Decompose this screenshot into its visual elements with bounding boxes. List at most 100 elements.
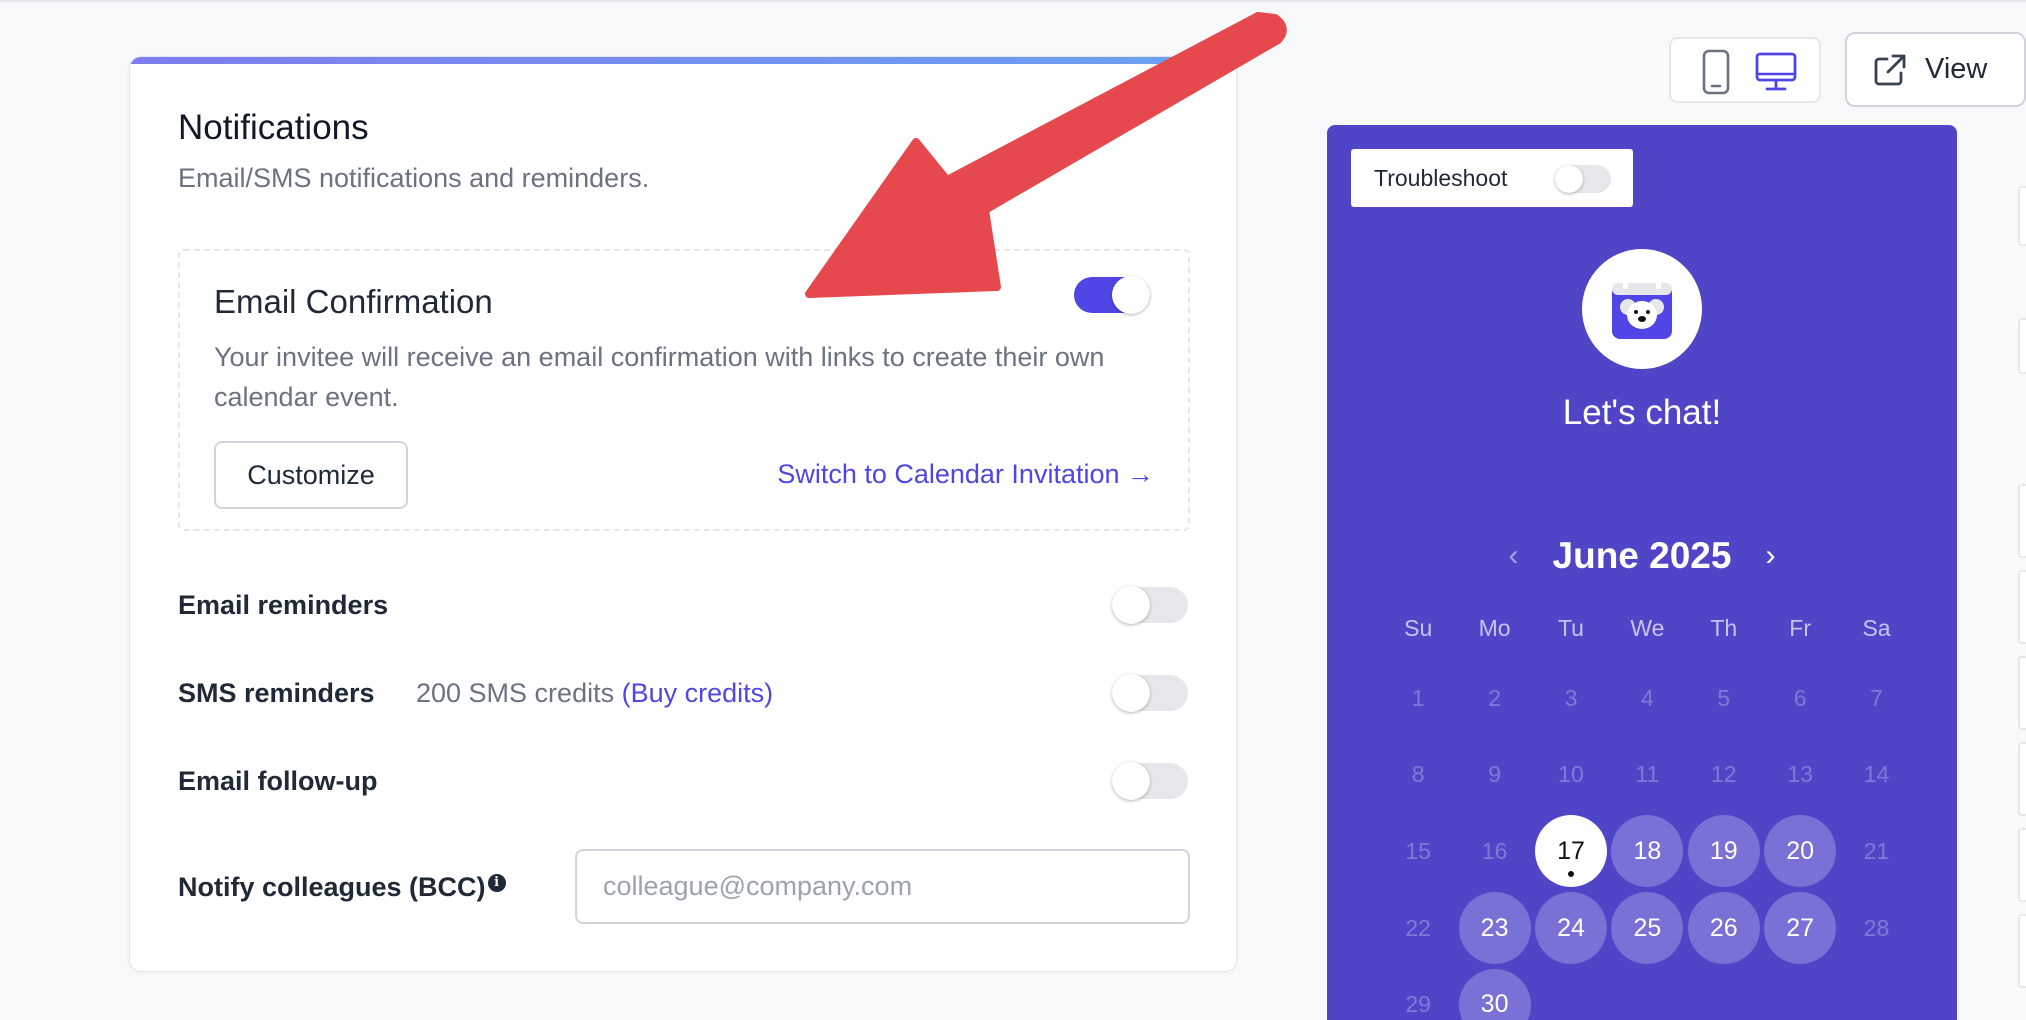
disabled-day-number: 11	[1635, 761, 1660, 788]
available-day-number: 19	[1687, 815, 1760, 888]
edge-field	[2018, 914, 2026, 988]
email-followup-toggle[interactable]	[1112, 762, 1188, 800]
disabled-day-number: 1	[1411, 684, 1425, 711]
desktop-view-button[interactable]	[1751, 47, 1801, 97]
sms-credits-info: 200 SMS credits (Buy credits)	[416, 678, 773, 709]
sms-reminders-toggle[interactable]	[1112, 674, 1188, 712]
disabled-day-number: 13	[1787, 761, 1813, 788]
calendar-day: 16	[1456, 813, 1532, 890]
troubleshoot-toggle[interactable]	[1555, 165, 1611, 193]
calendar-day[interactable]: 23	[1456, 890, 1532, 967]
email-confirmation-box: Email Confirmation Your invitee will rec…	[178, 249, 1190, 531]
chevron-right-icon[interactable]: ›	[1765, 539, 1775, 573]
weekday-label: Su	[1404, 615, 1433, 641]
month-label: June 2025	[1552, 535, 1732, 576]
disabled-day-number: 12	[1710, 761, 1737, 788]
booking-page-preview: Troubleshoot Let's chat! ‹ June 2025 › S…	[1327, 125, 1957, 1020]
koala-calendar-icon	[1612, 279, 1672, 339]
calendar-day: 3	[1533, 660, 1609, 737]
edge-field	[2018, 742, 2026, 816]
calendar-day: 15	[1380, 813, 1456, 890]
buy-credits-link[interactable]: (Buy credits)	[622, 678, 774, 708]
weekday-label: We	[1630, 615, 1665, 641]
toggle-knob	[1112, 674, 1150, 712]
calendar-day: 10	[1533, 737, 1609, 814]
disabled-day-number: 22	[1405, 914, 1431, 941]
calendar-day: 8	[1380, 737, 1456, 814]
calendar-day[interactable]: 25	[1609, 890, 1685, 967]
disabled-day-number: 14	[1863, 761, 1890, 788]
info-icon[interactable]: i	[487, 874, 506, 892]
selected-day-number: 17	[1534, 815, 1607, 888]
avatar	[1582, 249, 1702, 369]
notifications-card: Notifications Email/SMS notifications an…	[129, 56, 1237, 972]
troubleshoot-panel: Troubleshoot	[1351, 149, 1633, 207]
edge-field	[2018, 186, 2026, 246]
calendar-day: 11	[1609, 737, 1685, 814]
calendar-day: 4	[1609, 660, 1685, 737]
calendar-day[interactable]: 27	[1762, 890, 1838, 967]
available-day-number: 30	[1458, 968, 1531, 1020]
email-confirmation-title: Email Confirmation	[214, 283, 493, 320]
available-day-number: 26	[1687, 892, 1760, 965]
email-followup-label: Email follow-up	[178, 766, 378, 796]
calendar-day[interactable]: 18	[1609, 813, 1685, 890]
disabled-day-number: 9	[1488, 761, 1501, 788]
email-confirmation-description: Your invitee will receive an email confi…	[214, 342, 1105, 412]
month-navigation: ‹ June 2025 ›	[1327, 535, 1957, 577]
sms-reminders-label: SMS reminders	[178, 678, 375, 708]
weekday-label: Mo	[1478, 615, 1511, 641]
customize-button[interactable]: Customize	[214, 441, 408, 509]
available-day-number: 20	[1764, 815, 1837, 888]
edge-field	[2018, 318, 2026, 374]
bcc-email-input[interactable]	[575, 849, 1190, 924]
edge-field	[2018, 484, 2026, 558]
available-day-number: 25	[1611, 892, 1684, 965]
disabled-day-number: 8	[1411, 761, 1425, 788]
weekday-header: Su Mo Tu We Th Fr Sa	[1380, 615, 1915, 642]
card-title: Notifications	[178, 108, 369, 147]
mobile-view-button[interactable]	[1691, 47, 1741, 97]
email-confirmation-toggle[interactable]	[1074, 276, 1150, 314]
edge-field	[2018, 570, 2026, 644]
disabled-day-number: 7	[1870, 684, 1883, 711]
right-edge-panel	[1982, 0, 2026, 1020]
switch-to-calendar-invitation-link[interactable]: Switch to Calendar Invitation →	[777, 459, 1154, 490]
calendar-day: 2	[1456, 660, 1532, 737]
calendar-day: 7	[1838, 660, 1914, 737]
calendar-day: 6	[1762, 660, 1838, 737]
external-link-icon	[1874, 54, 1906, 85]
toggle-knob	[1555, 165, 1583, 193]
event-title: Let's chat!	[1562, 393, 1722, 432]
calendar-day[interactable]: 17	[1533, 813, 1609, 890]
email-reminders-label: Email reminders	[178, 590, 389, 620]
calendar-day: 13	[1762, 737, 1838, 814]
disabled-day-number: 16	[1481, 837, 1508, 864]
calendar-day: 12	[1686, 737, 1762, 814]
disabled-day-number: 10	[1558, 761, 1584, 788]
calendar-day: 1	[1380, 660, 1456, 737]
calendar-day[interactable]: 30	[1456, 966, 1532, 1020]
calendar-day: 5	[1686, 660, 1762, 737]
calendar-day[interactable]: 26	[1686, 890, 1762, 967]
calendar-day[interactable]: 24	[1533, 890, 1609, 967]
toggle-knob	[1112, 762, 1150, 800]
weekday-label: Sa	[1862, 615, 1891, 641]
calendar-day[interactable]: 20	[1762, 813, 1838, 890]
available-day-number: 24	[1534, 892, 1607, 965]
disabled-day-number: 5	[1717, 684, 1731, 711]
calendar-day[interactable]: 19	[1686, 813, 1762, 890]
disabled-day-number: 29	[1405, 991, 1431, 1018]
disabled-day-number: 4	[1640, 684, 1654, 711]
bcc-label: Notify colleagues (BCC) i	[178, 872, 506, 903]
sms-credits-count: 200 SMS credits	[416, 678, 615, 708]
disabled-day-number: 3	[1564, 684, 1578, 711]
chevron-left-icon[interactable]: ‹	[1509, 539, 1519, 573]
weekday-label: Fr	[1789, 615, 1811, 641]
disabled-day-number: 15	[1405, 837, 1431, 864]
disabled-day-number: 28	[1863, 914, 1890, 941]
bcc-label-text: Notify colleagues (BCC)	[178, 872, 486, 902]
email-reminders-toggle[interactable]	[1112, 586, 1188, 624]
edge-field	[2018, 656, 2026, 730]
calendar-day: 14	[1838, 737, 1914, 814]
